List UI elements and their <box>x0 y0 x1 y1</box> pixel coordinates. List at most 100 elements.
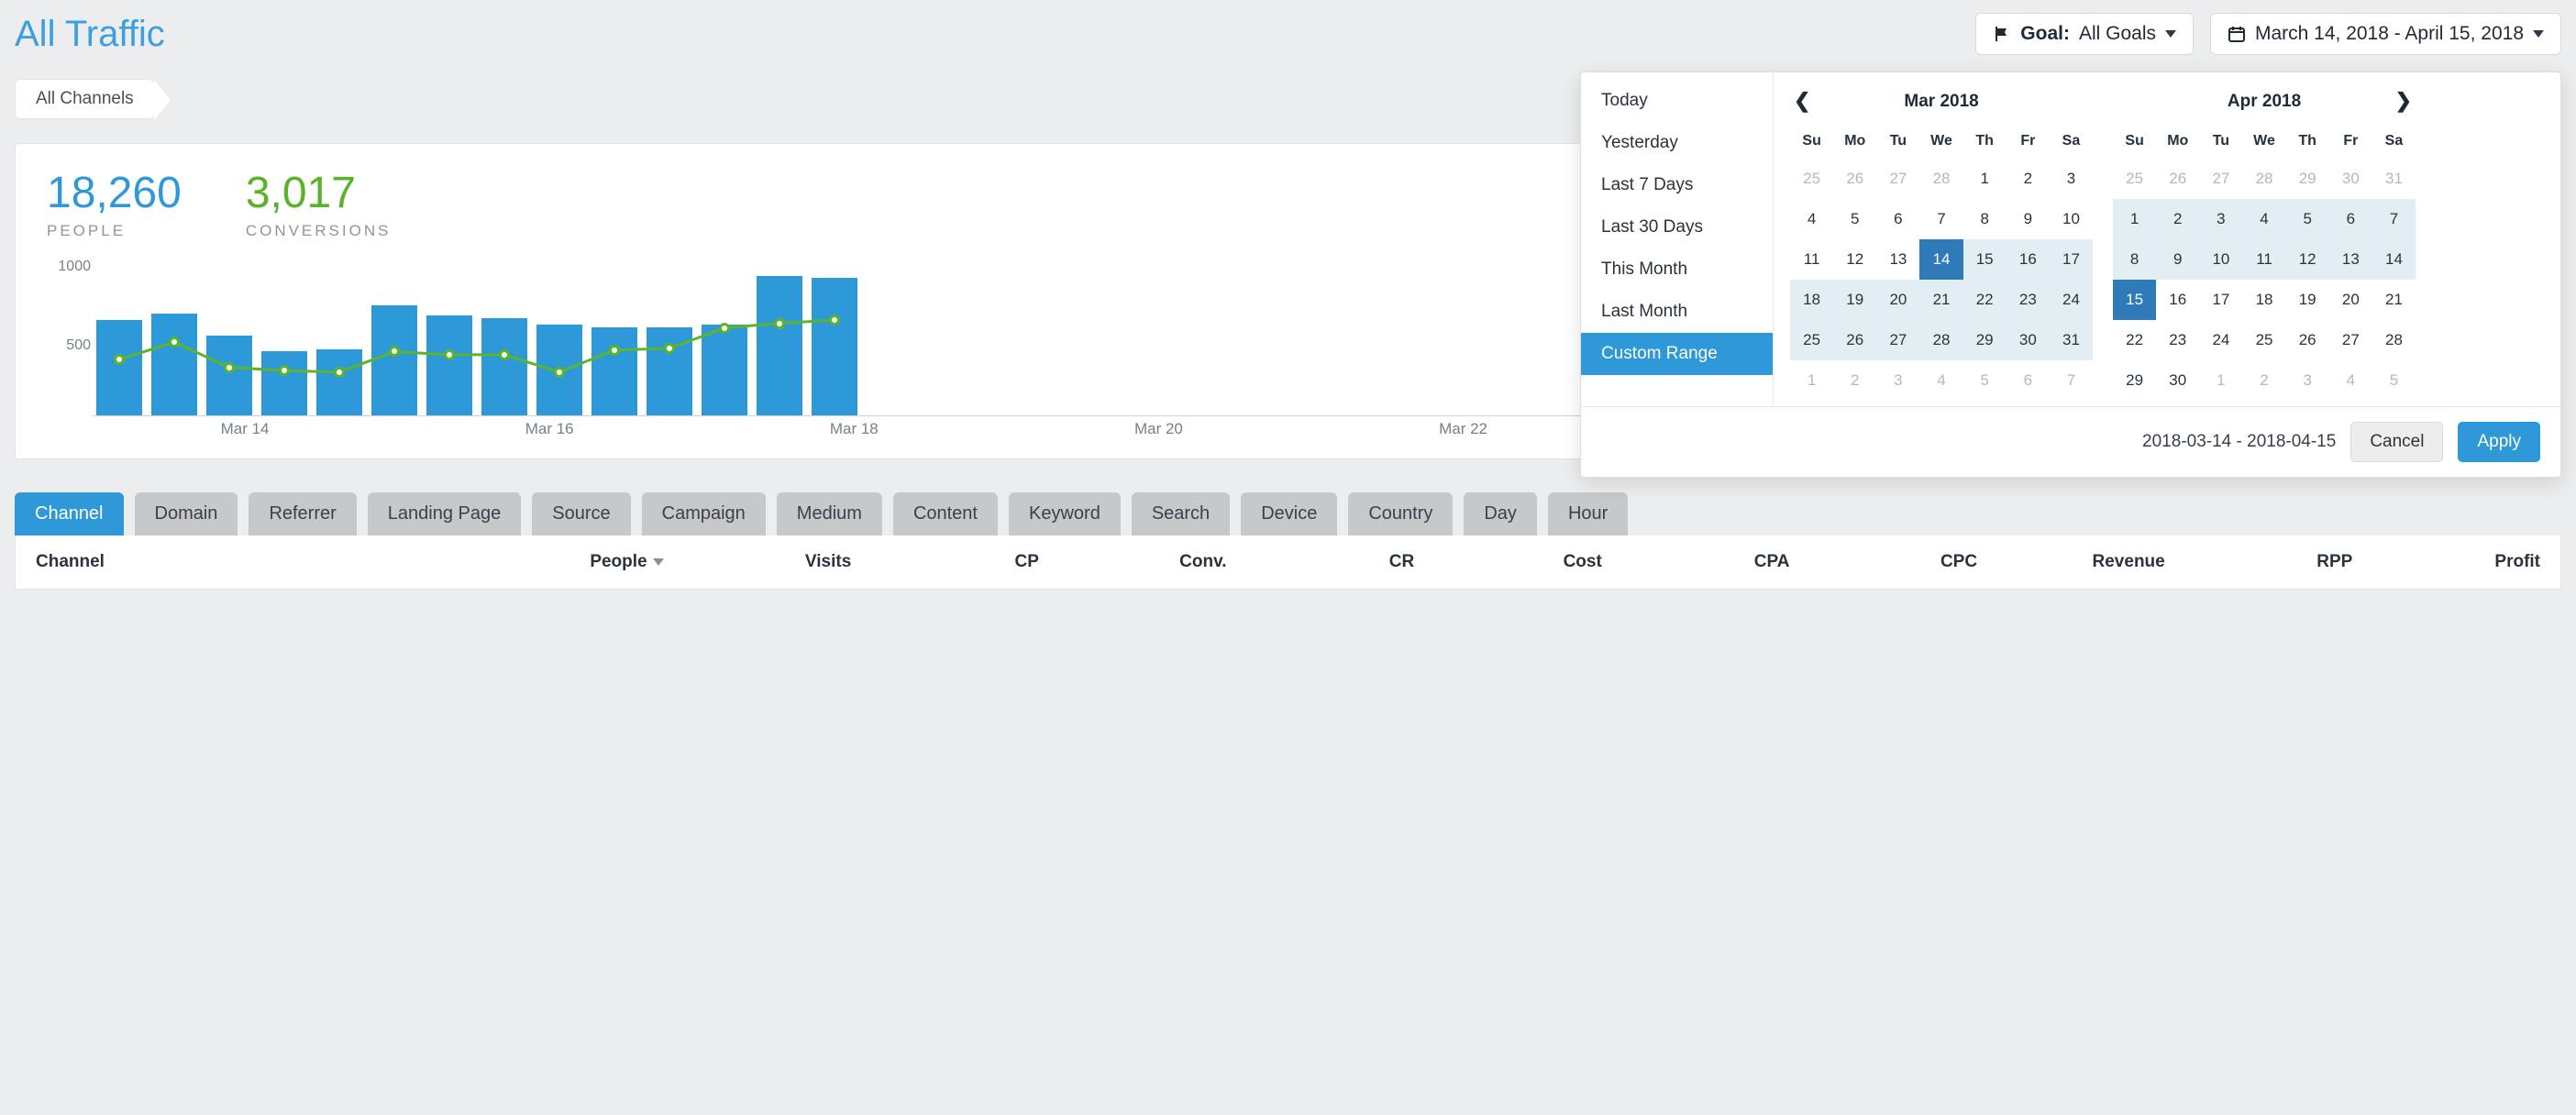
calendar-day[interactable]: 13 <box>2329 239 2372 280</box>
calendar-day[interactable]: 26 <box>2286 320 2329 360</box>
preset-custom-range[interactable]: Custom Range <box>1581 333 1773 375</box>
calendar-day[interactable]: 4 <box>1790 199 1833 239</box>
calendar-day[interactable]: 12 <box>1833 239 1876 280</box>
calendar-day[interactable]: 3 <box>2199 199 2242 239</box>
calendar-day[interactable]: 7 <box>1919 199 1962 239</box>
calendar-day[interactable]: 29 <box>2113 360 2156 401</box>
line-point[interactable] <box>279 365 290 376</box>
calendar-day[interactable]: 21 <box>2372 280 2416 320</box>
apply-button[interactable]: Apply <box>2458 422 2540 462</box>
calendar-day[interactable]: 5 <box>2286 199 2329 239</box>
bar[interactable] <box>261 351 307 415</box>
tab-campaign[interactable]: Campaign <box>642 492 766 535</box>
tab-referrer[interactable]: Referrer <box>249 492 356 535</box>
calendar-day[interactable]: 5 <box>1833 199 1876 239</box>
column-people[interactable]: People <box>476 552 664 572</box>
bar[interactable] <box>647 327 692 415</box>
line-point[interactable] <box>224 362 235 373</box>
bar[interactable] <box>96 320 142 415</box>
tab-hour[interactable]: Hour <box>1548 492 1628 535</box>
tab-landing-page[interactable]: Landing Page <box>368 492 521 535</box>
calendar-day[interactable]: 20 <box>1876 280 1919 320</box>
calendar-day[interactable]: 11 <box>2242 239 2285 280</box>
tab-channel[interactable]: Channel <box>15 492 124 535</box>
calendar-day[interactable]: 16 <box>2007 239 2050 280</box>
calendar-day[interactable]: 8 <box>1963 199 2007 239</box>
calendar-day[interactable]: 14 <box>1919 239 1962 280</box>
column-revenue[interactable]: Revenue <box>1977 552 2165 572</box>
calendar-day[interactable]: 22 <box>2113 320 2156 360</box>
bar[interactable] <box>206 336 252 415</box>
preset-yesterday[interactable]: Yesterday <box>1581 122 1773 164</box>
calendar-day[interactable]: 13 <box>1876 239 1919 280</box>
calendar-day[interactable]: 15 <box>1963 239 2007 280</box>
calendar-day[interactable]: 6 <box>1876 199 1919 239</box>
bar[interactable] <box>371 305 417 415</box>
calendar-day[interactable]: 12 <box>2286 239 2329 280</box>
calendar-day[interactable]: 24 <box>2199 320 2242 360</box>
calendar-day[interactable]: 8 <box>2113 239 2156 280</box>
calendar-day[interactable]: 20 <box>2329 280 2372 320</box>
breadcrumb[interactable]: All Channels <box>15 79 155 119</box>
bar[interactable] <box>426 315 472 415</box>
calendar-day[interactable]: 25 <box>1790 320 1833 360</box>
calendar-day[interactable]: 7 <box>2372 199 2416 239</box>
preset-last-7-days[interactable]: Last 7 Days <box>1581 164 1773 206</box>
calendar-day[interactable]: 15 <box>2113 280 2156 320</box>
line-point[interactable] <box>554 367 565 378</box>
tab-country[interactable]: Country <box>1348 492 1453 535</box>
calendar-day[interactable]: 30 <box>2007 320 2050 360</box>
line-point[interactable] <box>719 323 730 334</box>
calendar-day[interactable]: 28 <box>1919 320 1962 360</box>
calendar-day[interactable]: 14 <box>2372 239 2416 280</box>
tab-day[interactable]: Day <box>1464 492 1537 535</box>
tab-content[interactable]: Content <box>893 492 998 535</box>
calendar-day[interactable]: 26 <box>1833 320 1876 360</box>
bar[interactable] <box>702 325 747 415</box>
calendar-day[interactable]: 4 <box>2242 199 2285 239</box>
tab-device[interactable]: Device <box>1241 492 1337 535</box>
column-conv-[interactable]: Conv. <box>1039 552 1227 572</box>
next-month-button[interactable]: ❯ <box>2395 89 2412 113</box>
prev-month-button[interactable]: ❮ <box>1794 89 1810 113</box>
calendar-day[interactable]: 23 <box>2007 280 2050 320</box>
calendar-day[interactable]: 22 <box>1963 280 2007 320</box>
line-point[interactable] <box>829 315 840 326</box>
tab-search[interactable]: Search <box>1132 492 1230 535</box>
column-channel[interactable]: Channel <box>36 552 476 572</box>
calendar-day[interactable]: 27 <box>1876 320 1919 360</box>
calendar-day[interactable]: 18 <box>2242 280 2285 320</box>
calendar-day[interactable]: 9 <box>2007 199 2050 239</box>
calendar-day[interactable]: 17 <box>2050 239 2093 280</box>
calendar-day[interactable]: 2 <box>2007 159 2050 199</box>
column-cr[interactable]: CR <box>1227 552 1415 572</box>
line-point[interactable] <box>664 343 675 354</box>
cancel-button[interactable]: Cancel <box>2350 422 2443 462</box>
line-point[interactable] <box>499 349 510 360</box>
column-profit[interactable]: Profit <box>2352 552 2540 572</box>
calendar-day[interactable]: 19 <box>2286 280 2329 320</box>
calendar-day[interactable]: 1 <box>2113 199 2156 239</box>
tab-domain[interactable]: Domain <box>135 492 238 535</box>
line-point[interactable] <box>334 367 345 378</box>
calendar-day[interactable]: 18 <box>1790 280 1833 320</box>
calendar-day[interactable]: 19 <box>1833 280 1876 320</box>
daterange-picker[interactable]: March 14, 2018 - April 15, 2018 <box>2210 13 2561 55</box>
calendar-day[interactable]: 23 <box>2156 320 2199 360</box>
line-point[interactable] <box>114 354 125 365</box>
calendar-day[interactable]: 11 <box>1790 239 1833 280</box>
calendar-day[interactable]: 9 <box>2156 239 2199 280</box>
column-rpp[interactable]: RPP <box>2165 552 2353 572</box>
column-cpa[interactable]: CPA <box>1602 552 1790 572</box>
bar[interactable] <box>591 327 637 415</box>
preset-last-30-days[interactable]: Last 30 Days <box>1581 206 1773 248</box>
calendar-day[interactable]: 27 <box>2329 320 2372 360</box>
tab-source[interactable]: Source <box>532 492 630 535</box>
bar[interactable] <box>316 349 362 415</box>
bar[interactable] <box>481 318 527 415</box>
calendar-day[interactable]: 30 <box>2156 360 2199 401</box>
calendar-day[interactable]: 10 <box>2050 199 2093 239</box>
bar[interactable] <box>812 278 857 415</box>
tab-keyword[interactable]: Keyword <box>1009 492 1121 535</box>
calendar-day[interactable]: 2 <box>2156 199 2199 239</box>
